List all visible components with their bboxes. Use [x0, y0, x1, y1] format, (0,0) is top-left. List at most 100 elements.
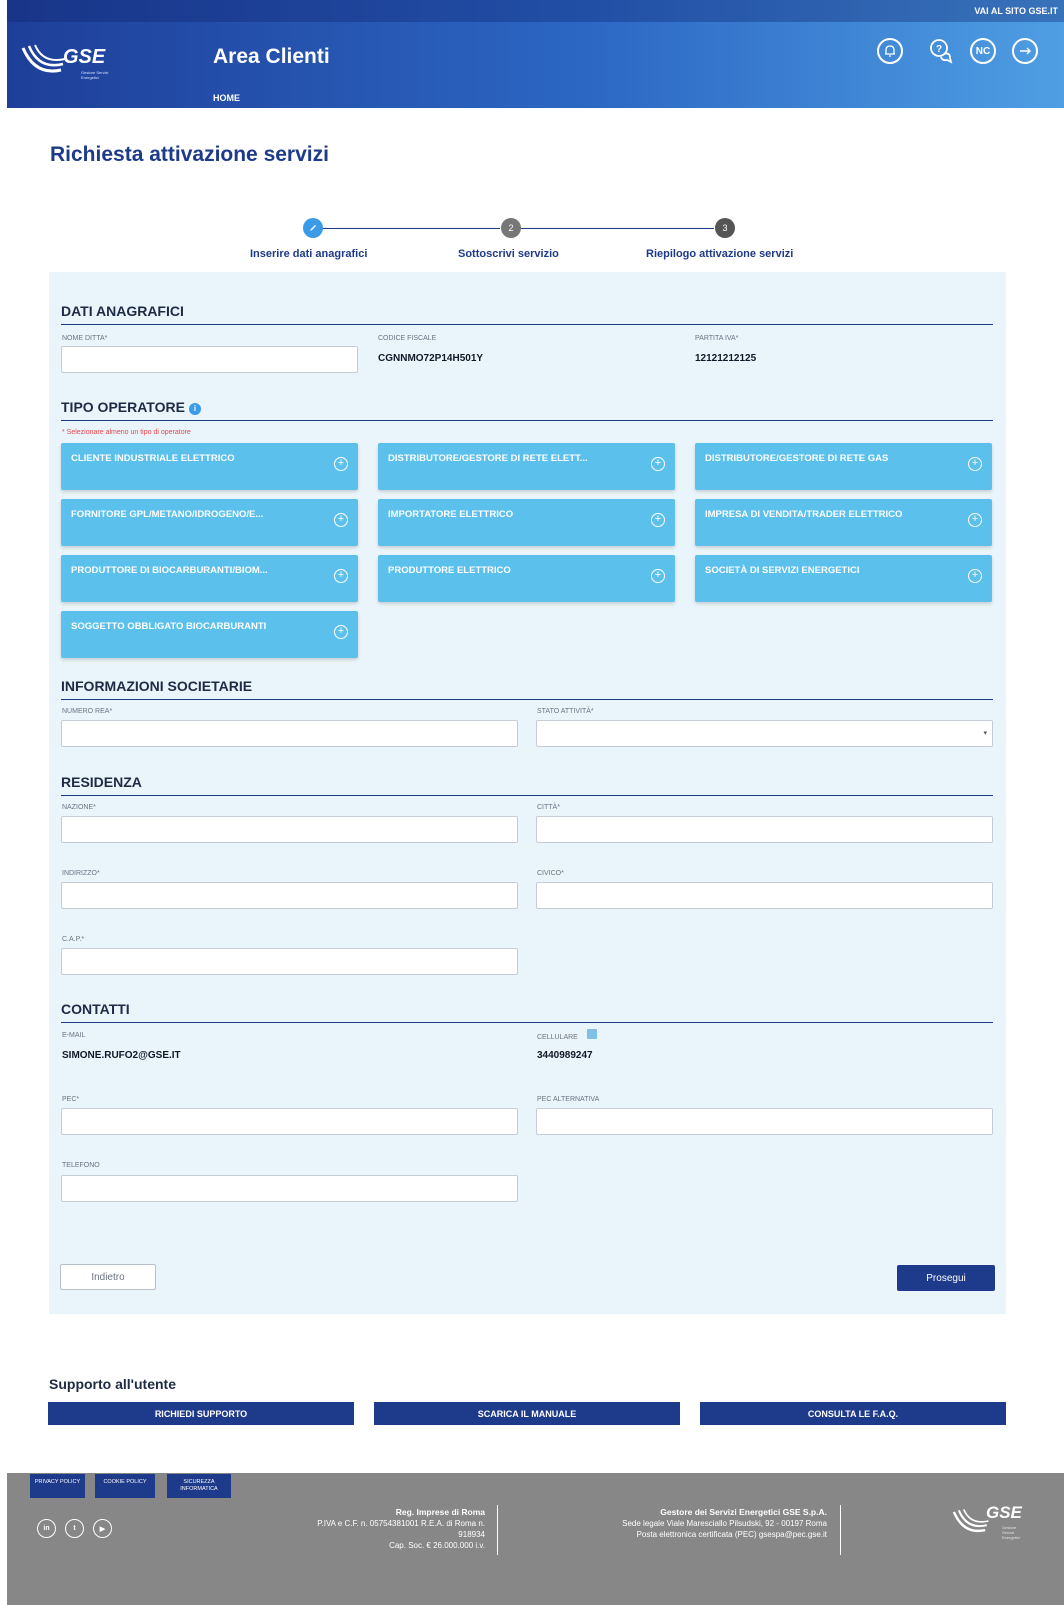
partita-iva-value: 12121212125: [695, 353, 757, 364]
civico-input[interactable]: [536, 882, 993, 909]
user-profile-icon[interactable]: NC: [970, 38, 996, 64]
nazione-input[interactable]: [61, 816, 518, 843]
twitter-icon[interactable]: t: [65, 1519, 84, 1538]
section-contatti: CONTATTI: [61, 1001, 993, 1023]
registry-line: Cap. Soc. € 26.000.000 i.v.: [389, 1541, 485, 1550]
option-label: IMPRESA DI VENDITA/TRADER ELETTRICO: [705, 509, 903, 520]
top-strip: VAI AL SITO GSE.IT: [7, 0, 1064, 22]
add-circle-icon: +: [334, 457, 348, 471]
numero-rea-input[interactable]: [61, 720, 518, 747]
step-1-label: Inserire dati anagrafici: [250, 248, 368, 260]
operator-option-soggetto-obbligato[interactable]: SOGGETTO OBBLIGATO BIOCARBURANTI +: [61, 611, 358, 658]
operator-warning: * Selezionare almeno un tipo di operator…: [62, 429, 191, 436]
add-circle-icon: +: [651, 513, 665, 527]
header: VAI AL SITO GSE.IT GSE Gestore Servizi E…: [7, 0, 1064, 108]
option-label: PRODUTTORE ELETTRICO: [388, 565, 511, 576]
gse-logo-mark-icon: [21, 44, 66, 73]
step-connector: [520, 228, 714, 229]
registry-info: Reg. Imprese di Roma P.IVA e C.F. n. 057…: [277, 1507, 485, 1551]
add-circle-icon: +: [651, 569, 665, 583]
page-title: Richiesta attivazione servizi: [50, 143, 329, 166]
footer-logo-subtext: Gestore Servizi Energetici: [1002, 1525, 1020, 1540]
operator-option-cliente-industriale[interactable]: CLIENTE INDUSTRIALE ELETTRICO +: [61, 443, 358, 490]
operator-option-distributore-elett[interactable]: DISTRIBUTORE/GESTORE DI RETE ELETT... +: [378, 443, 675, 490]
citta-label: CITTÀ*: [537, 804, 560, 811]
civico-label: CIVICO*: [537, 870, 564, 877]
home-link[interactable]: HOME: [213, 93, 240, 103]
app-title: Area Clienti: [213, 45, 330, 68]
step-3-dot: 3: [715, 218, 735, 238]
cap-label: C.A.P.*: [62, 936, 85, 943]
indirizzo-input[interactable]: [61, 882, 518, 909]
pec-alternativa-input[interactable]: [536, 1108, 993, 1135]
operator-option-produttore-elettrico[interactable]: PRODUTTORE ELETTRICO +: [378, 555, 675, 602]
step-1-done-icon: [303, 218, 323, 238]
numero-rea-label: NUMERO REA*: [62, 708, 113, 715]
option-label: DISTRIBUTORE/GESTORE DI RETE GAS: [705, 453, 889, 464]
download-manual-button[interactable]: SCARICA IL MANUALE: [374, 1402, 680, 1425]
email-label: E-MAIL: [62, 1032, 86, 1039]
footer: PRIVACY POLICY COOKIE POLICY SICUREZZA I…: [7, 1473, 1064, 1605]
option-label: SOCIETÀ DI SERVIZI ENERGETICI: [705, 565, 860, 576]
cellulare-label: CELLULARE: [537, 1034, 578, 1041]
youtube-icon[interactable]: ▶: [93, 1519, 112, 1538]
option-label: FORNITORE GPL/METANO/IDROGENO/E...: [71, 509, 264, 520]
add-circle-icon: +: [334, 569, 348, 583]
back-button[interactable]: Indietro: [60, 1264, 156, 1290]
support-title: Supporto all'utente: [49, 1376, 176, 1392]
registry-line: 918934: [458, 1530, 485, 1539]
operator-option-servizi-energetici[interactable]: SOCIETÀ DI SERVIZI ENERGETICI +: [695, 555, 992, 602]
notification-bell-icon[interactable]: [877, 38, 903, 64]
gse-logo[interactable]: GSE Gestore Servizi Energetici: [21, 42, 111, 86]
nome-ditta-label: NOME DITTA*: [62, 335, 108, 342]
help-chat-icon[interactable]: ?: [928, 38, 954, 64]
next-button[interactable]: Prosegui: [897, 1265, 995, 1291]
svg-text:?: ?: [936, 44, 942, 55]
email-value: SIMONE.RUFO2@GSE.IT: [62, 1050, 181, 1061]
pec-alternativa-label: PEC ALTERNATIVA: [537, 1096, 600, 1103]
step-2-dot: 2: [501, 218, 521, 238]
faq-button[interactable]: CONSULTA LE F.A.Q.: [700, 1402, 1006, 1425]
option-label: CLIENTE INDUSTRIALE ELETTRICO: [71, 453, 235, 464]
add-circle-icon: +: [334, 625, 348, 639]
gse-site-link[interactable]: VAI AL SITO GSE.IT: [974, 6, 1058, 16]
privacy-policy-link[interactable]: PRIVACY POLICY: [30, 1474, 85, 1498]
add-circle-icon: +: [334, 513, 348, 527]
add-circle-icon: +: [651, 457, 665, 471]
section-informazioni-societarie: INFORMAZIONI SOCIETARIE: [61, 678, 993, 700]
pec-input[interactable]: [61, 1108, 518, 1135]
security-link[interactable]: SICUREZZA INFORMATICA: [167, 1474, 231, 1498]
option-label: SOGGETTO OBBLIGATO BIOCARBURANTI: [71, 621, 267, 632]
telefono-input[interactable]: [61, 1175, 518, 1202]
operator-option-distributore-gas[interactable]: DISTRIBUTORE/GESTORE DI RETE GAS +: [695, 443, 992, 490]
partita-iva-label: PARTITA IVA*: [695, 335, 739, 342]
option-label: IMPORTATORE ELETTRICO: [388, 509, 514, 520]
nome-ditta-input[interactable]: [61, 346, 358, 373]
cap-input[interactable]: [61, 948, 518, 975]
citta-input[interactable]: [536, 816, 993, 843]
section-residenza: RESIDENZA: [61, 774, 993, 796]
indirizzo-label: INDIRIZZO*: [62, 870, 100, 877]
linkedin-icon[interactable]: in: [37, 1519, 56, 1538]
stato-attivita-select[interactable]: ▾: [536, 720, 993, 747]
codice-fiscale-label: CODICE FISCALE: [378, 335, 437, 342]
operator-option-importatore[interactable]: IMPORTATORE ELETTRICO +: [378, 499, 675, 546]
codice-fiscale-value: CGNNMO72P14H501Y: [378, 353, 484, 364]
step-2-label: Sottoscrivi servizio: [458, 248, 559, 260]
registry-line: P.IVA e C.F. n. 05754381001 R.E.A. di Ro…: [317, 1519, 485, 1528]
request-support-button[interactable]: RICHIEDI SUPPORTO: [48, 1402, 354, 1425]
nazione-label: NAZIONE*: [62, 804, 96, 811]
operator-option-impresa-vendita[interactable]: IMPRESA DI VENDITA/TRADER ELETTRICO +: [695, 499, 992, 546]
logout-icon[interactable]: [1012, 38, 1038, 64]
add-circle-icon: +: [968, 457, 982, 471]
footer-divider: [840, 1505, 841, 1555]
edit-phone-icon[interactable]: [587, 1029, 597, 1039]
info-icon[interactable]: i: [188, 403, 201, 415]
registry-title: Reg. Imprese di Roma: [395, 1507, 485, 1517]
option-label: DISTRIBUTORE/GESTORE DI RETE ELETT...: [388, 453, 588, 464]
cellulare-value: 3440989247: [537, 1050, 593, 1061]
logo-subtext: Gestore Servizi Energetici: [81, 70, 109, 80]
operator-option-produttore-biocarburanti[interactable]: PRODUTTORE DI BIOCARBURANTI/BIOM... +: [61, 555, 358, 602]
operator-option-fornitore-gpl[interactable]: FORNITORE GPL/METANO/IDROGENO/E... +: [61, 499, 358, 546]
cookie-policy-link[interactable]: COOKIE POLICY: [95, 1474, 155, 1498]
